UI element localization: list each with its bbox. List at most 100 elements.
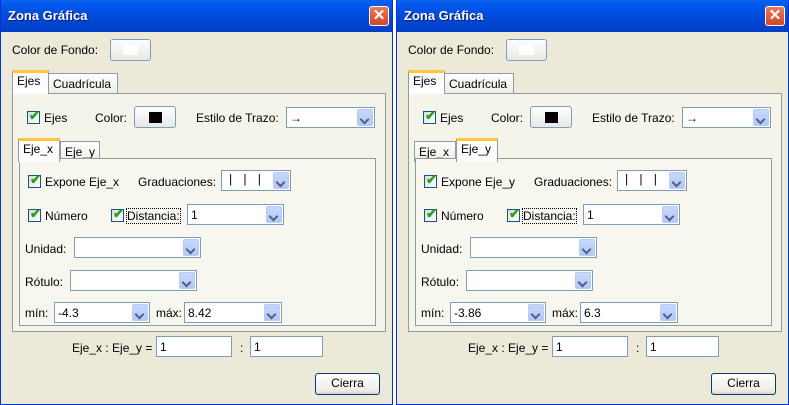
chevron-down-icon[interactable] xyxy=(273,172,289,189)
ratio-x-input[interactable]: 1 xyxy=(552,336,628,357)
chevron-down-icon[interactable] xyxy=(660,304,676,321)
axis-color-label: Color: xyxy=(491,111,524,125)
check-icon: ✔ xyxy=(425,108,436,123)
ratio-y-input[interactable]: 1 xyxy=(646,336,719,357)
number-checkbox[interactable]: ✔ xyxy=(28,206,41,222)
max-select[interactable]: 8.42 xyxy=(184,302,282,323)
tab-ejes-label: Ejes xyxy=(413,74,437,88)
number-label: Número xyxy=(45,209,88,223)
axis-color-swatch xyxy=(149,112,162,123)
chevron-down-icon[interactable] xyxy=(575,272,591,289)
tab-eje-y[interactable]: Eje_y xyxy=(456,138,498,162)
chevron-down-icon[interactable] xyxy=(662,206,678,223)
chevron-down-icon[interactable] xyxy=(179,272,195,289)
min-label: mín: xyxy=(25,306,49,320)
distance-select[interactable]: 1 xyxy=(583,204,680,225)
chevron-down-icon[interactable] xyxy=(183,239,199,256)
distance-label: Distancia: xyxy=(126,208,181,224)
ratio-separator: : xyxy=(636,341,640,355)
title-bar[interactable]: Zona Gráfica ✕ xyxy=(397,0,788,32)
ratio-label: Eje_x : Eje_y = xyxy=(468,341,549,355)
axis-color-label: Color: xyxy=(95,111,128,125)
tab-cuadricula-label: Cuadrícula xyxy=(449,77,508,91)
chevron-down-icon[interactable] xyxy=(266,206,282,223)
distance-value: 1 xyxy=(191,208,198,222)
graduations-select[interactable]: | | | xyxy=(221,170,291,191)
ratio-y-value: 1 xyxy=(650,340,657,354)
tab-eje-x-label: Eje_x xyxy=(23,142,54,156)
close-dialog-button[interactable]: Cierra xyxy=(315,373,380,395)
line-style-label: Estilo de Trazo: xyxy=(592,111,675,125)
axes-checkbox-label: Ejes xyxy=(44,111,68,125)
check-icon: ✔ xyxy=(113,206,124,221)
unit-select[interactable] xyxy=(470,237,597,258)
axis-color-button[interactable] xyxy=(134,106,176,128)
axes-checkbox[interactable]: ✔ xyxy=(27,108,40,124)
background-color-button[interactable] xyxy=(506,39,547,61)
show-axis-label: Expone Eje_y xyxy=(441,175,516,189)
number-checkbox[interactable]: ✔ xyxy=(424,206,437,222)
tab-cuadricula-label: Cuadrícula xyxy=(53,77,112,91)
background-color-swatch xyxy=(123,45,138,55)
line-style-value: → xyxy=(290,111,302,125)
graduations-value: | | | xyxy=(227,173,264,187)
close-dialog-button[interactable]: Cierra xyxy=(711,373,776,395)
line-style-select[interactable]: → xyxy=(682,107,771,128)
show-axis-checkbox[interactable]: ✔ xyxy=(28,172,41,188)
tab-ejes-label: Ejes xyxy=(17,74,41,88)
label-label: Rótulo: xyxy=(421,275,460,289)
chevron-down-icon[interactable] xyxy=(669,172,685,189)
axes-checkbox[interactable]: ✔ xyxy=(423,108,436,124)
chevron-down-icon[interactable] xyxy=(753,109,769,126)
axis-color-button[interactable] xyxy=(530,106,572,128)
close-dialog-button-label: Cierra xyxy=(727,376,760,390)
chevron-down-icon[interactable] xyxy=(132,304,148,321)
max-select[interactable]: 6.3 xyxy=(580,302,678,323)
chevron-down-icon[interactable] xyxy=(264,304,280,321)
max-value: 6.3 xyxy=(584,306,601,320)
background-color-button[interactable] xyxy=(110,39,151,61)
show-axis-label: Expone Eje_x xyxy=(45,175,120,189)
min-select[interactable]: -3.86 xyxy=(450,302,546,323)
tab-ejes[interactable]: Ejes xyxy=(12,70,49,94)
chevron-down-icon[interactable] xyxy=(357,109,373,126)
ratio-y-input[interactable]: 1 xyxy=(250,336,323,357)
graduations-select[interactable]: | | | xyxy=(617,170,687,191)
background-color-swatch xyxy=(519,45,534,55)
check-icon: ✔ xyxy=(426,172,437,187)
axis-color-swatch xyxy=(545,112,558,123)
distance-select[interactable]: 1 xyxy=(187,204,284,225)
tab-eje-y-label: Eje_y xyxy=(65,145,96,159)
label-select[interactable] xyxy=(70,270,197,291)
window-title: Zona Gráfica xyxy=(8,8,88,23)
ratio-x-input[interactable]: 1 xyxy=(156,336,232,357)
check-icon: ✔ xyxy=(509,206,520,221)
min-select[interactable]: -4.3 xyxy=(54,302,150,323)
tab-ejes[interactable]: Ejes xyxy=(408,70,445,94)
show-axis-checkbox[interactable]: ✔ xyxy=(424,172,437,188)
tab-eje-y-label: Eje_y xyxy=(461,142,492,156)
title-bar[interactable]: Zona Gráfica ✕ xyxy=(1,0,392,32)
tab-cuadricula[interactable]: Cuadrícula xyxy=(48,73,118,94)
tab-eje-x-label: Eje_x xyxy=(419,145,450,159)
ratio-x-value: 1 xyxy=(556,340,563,354)
line-style-select[interactable]: → xyxy=(286,107,375,128)
close-window-button[interactable]: ✕ xyxy=(765,6,785,26)
close-window-button[interactable]: ✕ xyxy=(369,6,389,26)
distance-checkbox[interactable]: ✔ xyxy=(111,206,124,222)
max-label: máx: xyxy=(156,306,183,320)
check-icon: ✔ xyxy=(30,206,41,221)
chevron-down-icon[interactable] xyxy=(579,239,595,256)
ratio-separator: : xyxy=(240,341,244,355)
label-select[interactable] xyxy=(466,270,593,291)
tab-cuadricula[interactable]: Cuadrícula xyxy=(444,73,514,94)
background-color-label: Color de Fondo: xyxy=(12,43,99,57)
min-label: mín: xyxy=(421,306,445,320)
ratio-x-value: 1 xyxy=(160,340,167,354)
graduations-label: Graduaciones: xyxy=(534,175,613,189)
tab-eje-x[interactable]: Eje_x xyxy=(18,138,60,162)
check-icon: ✔ xyxy=(29,108,40,123)
chevron-down-icon[interactable] xyxy=(528,304,544,321)
unit-select[interactable] xyxy=(74,237,201,258)
distance-checkbox[interactable]: ✔ xyxy=(507,206,520,222)
